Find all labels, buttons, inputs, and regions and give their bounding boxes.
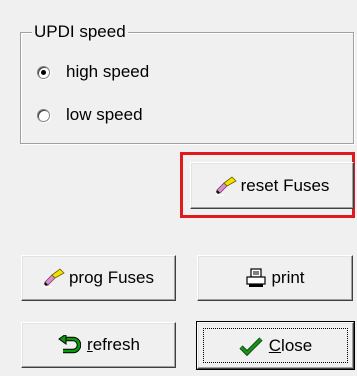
radio-selected-dot <box>41 69 46 75</box>
close-button[interactable]: Close <box>196 321 355 370</box>
radio-low-speed[interactable]: low speed <box>37 105 143 125</box>
radio-high-speed-indicator[interactable] <box>37 65 50 79</box>
eraser-icon <box>215 175 239 196</box>
prog-fuses-button[interactable]: prog Fuses <box>21 255 176 301</box>
printer-icon <box>245 268 267 288</box>
refresh-label: refresh <box>87 335 140 354</box>
updi-speed-groupbox <box>20 32 354 144</box>
checkmark-icon <box>239 336 263 356</box>
refresh-arrow-icon <box>57 335 82 355</box>
close-label: Close <box>268 335 313 355</box>
radio-high-speed-label: high speed <box>66 62 150 81</box>
radio-high-speed[interactable]: high speed <box>37 62 149 82</box>
reset-fuses-button[interactable]: reset Fuses <box>190 162 354 209</box>
eraser-icon <box>43 268 67 288</box>
reset-fuses-label: reset Fuses <box>240 175 330 195</box>
print-button[interactable]: print <box>197 255 353 301</box>
radio-low-speed-label: low speed <box>66 105 143 124</box>
radio-low-speed-indicator[interactable] <box>37 108 50 122</box>
refresh-button[interactable]: refresh <box>21 322 176 368</box>
print-label: print <box>271 268 305 287</box>
updi-speed-title: UPDI speed <box>32 22 128 41</box>
prog-fuses-label: prog Fuses <box>68 268 155 287</box>
